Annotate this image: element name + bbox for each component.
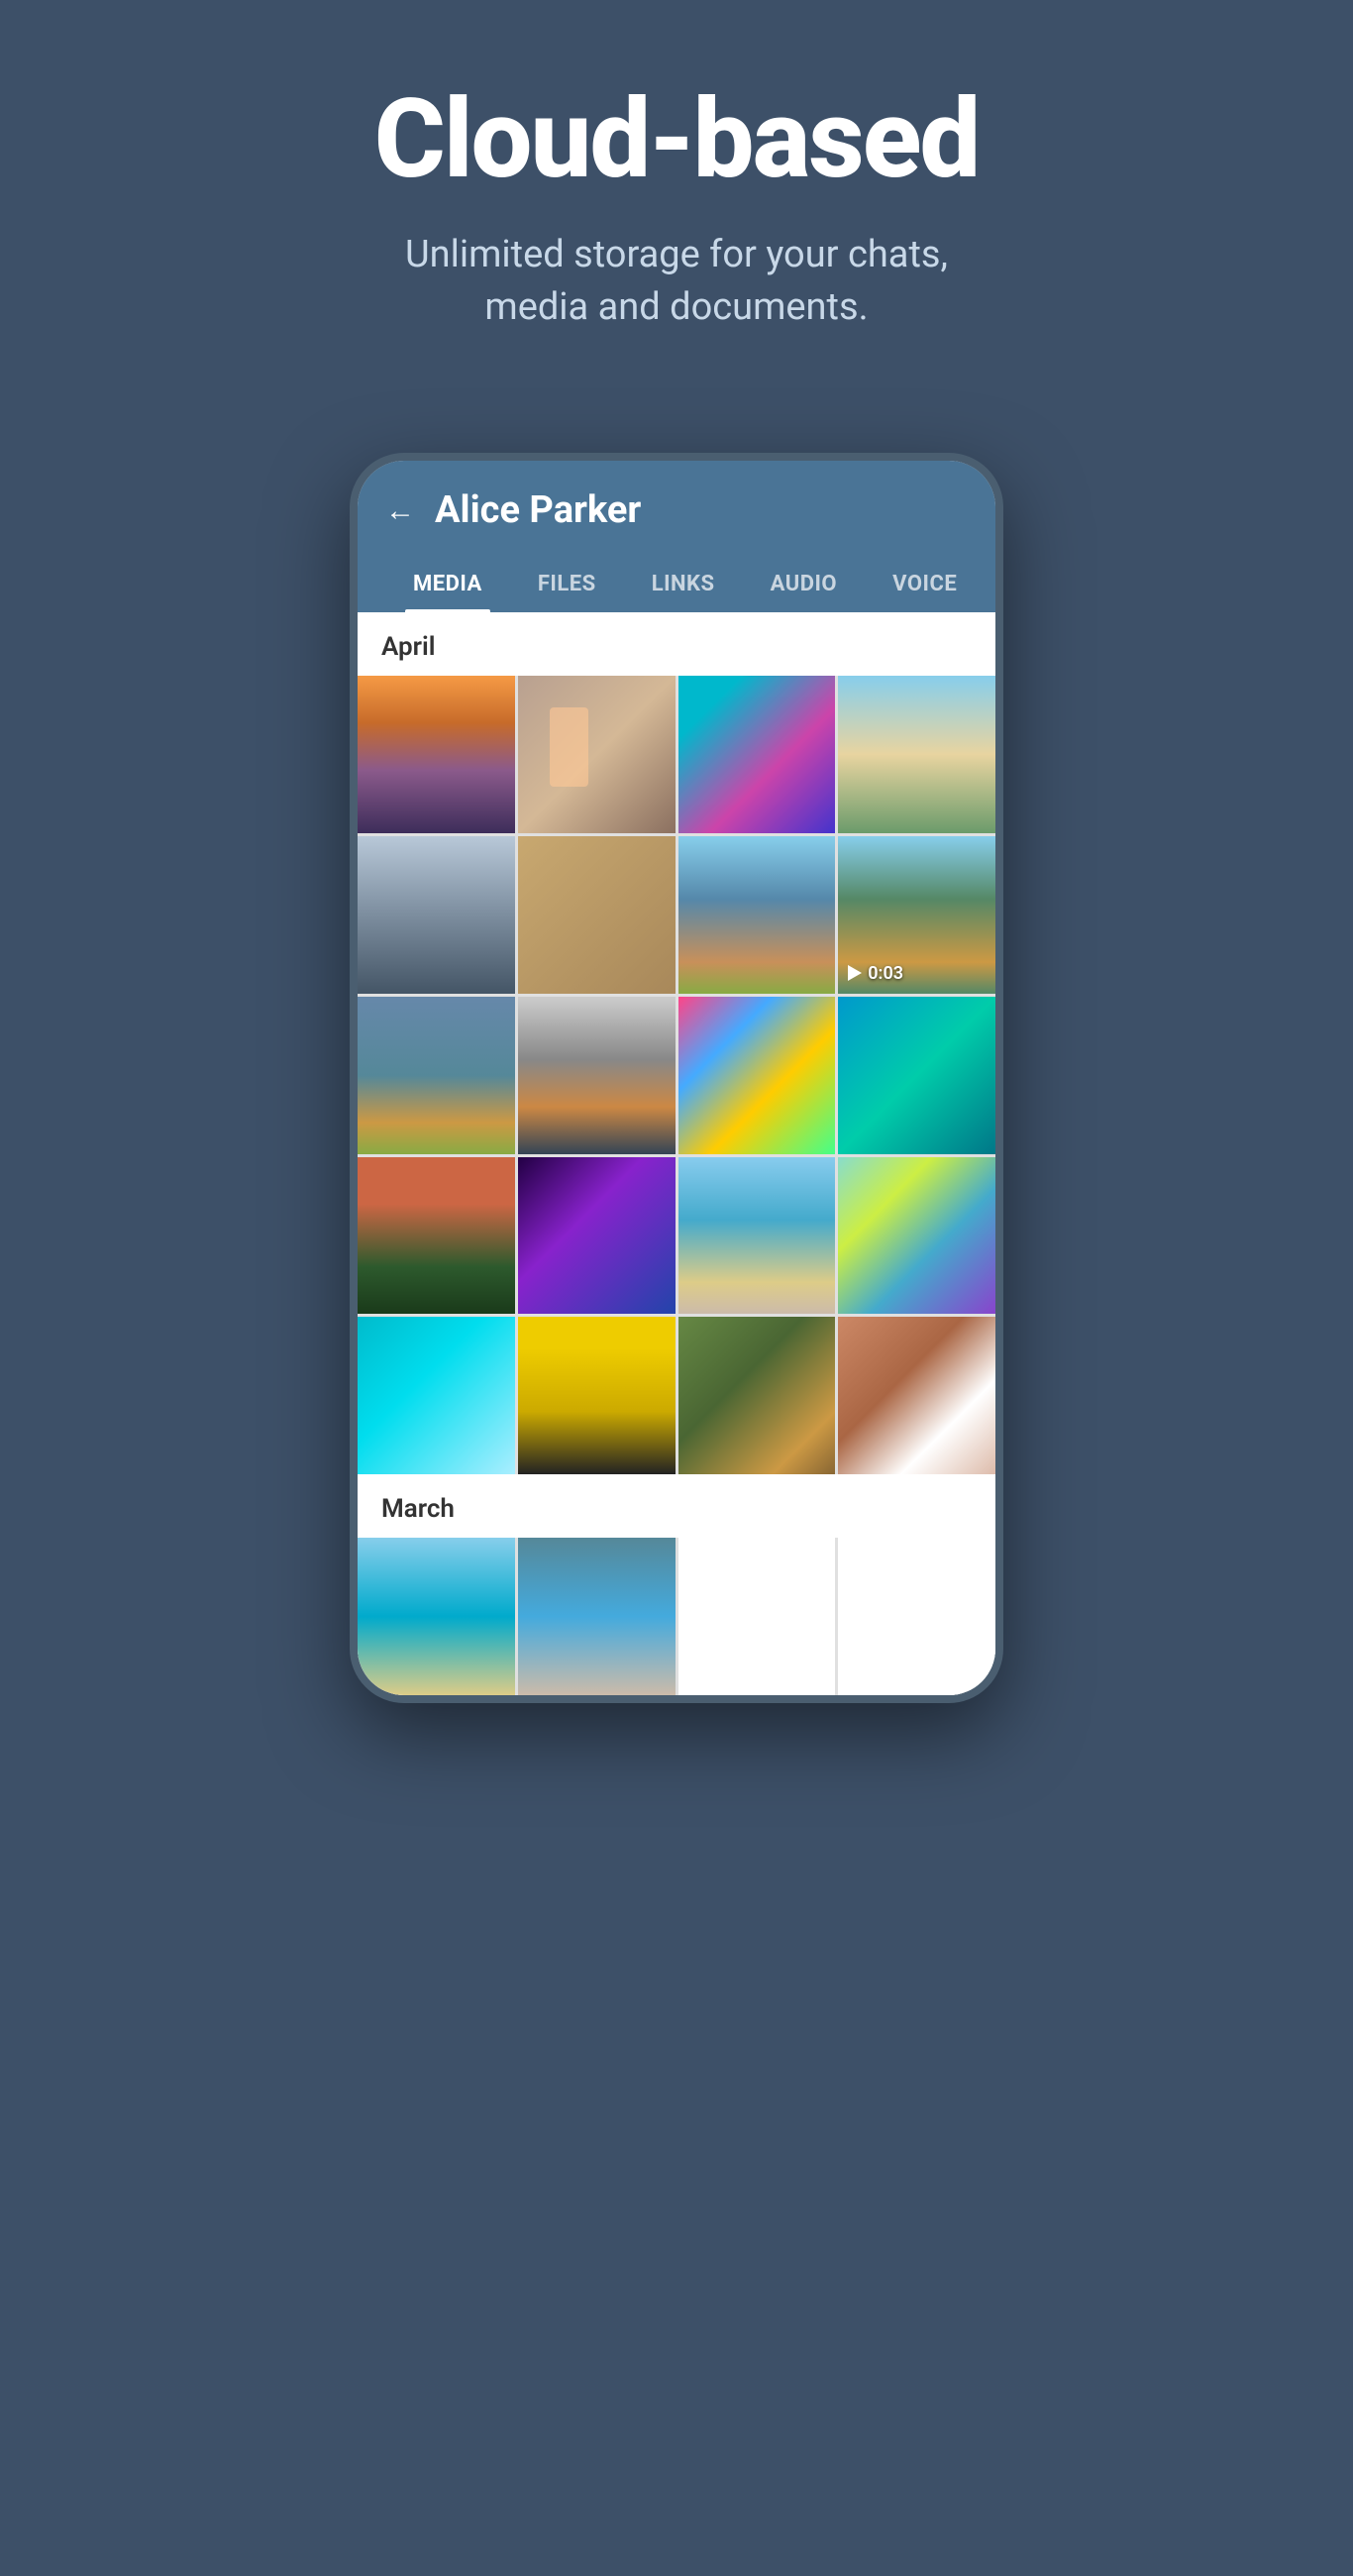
hero-section: Cloud-based Unlimited storage for your c… (0, 0, 1353, 393)
media-item[interactable] (838, 1317, 995, 1474)
media-item[interactable] (518, 676, 676, 833)
media-item[interactable] (358, 836, 515, 994)
media-item[interactable] (838, 997, 995, 1154)
media-item[interactable] (518, 997, 676, 1154)
media-grid-april: 0:03 (358, 676, 995, 1474)
video-duration: 0:03 (868, 963, 903, 984)
media-item[interactable] (518, 1538, 676, 1695)
back-button[interactable]: ← (385, 493, 415, 528)
video-duration-overlay: 0:03 (848, 963, 903, 984)
march-month-label: March (358, 1474, 995, 1538)
media-item[interactable] (518, 836, 676, 994)
phone-frame: ← Alice Parker MEDIA FILES LINKS AUDIO V… (350, 453, 1003, 1703)
media-item[interactable] (678, 1317, 836, 1474)
media-grid-march (358, 1538, 995, 1695)
media-item-empty (838, 1538, 995, 1695)
play-icon (848, 965, 862, 981)
media-item-video[interactable]: 0:03 (838, 836, 995, 994)
media-item[interactable] (678, 836, 836, 994)
april-month-label: April (358, 612, 995, 676)
media-item[interactable] (838, 1157, 995, 1315)
media-item[interactable] (358, 1157, 515, 1315)
tab-links[interactable]: LINKS (624, 556, 743, 612)
media-item[interactable] (358, 1317, 515, 1474)
phone-wrapper: ← Alice Parker MEDIA FILES LINKS AUDIO V… (0, 453, 1353, 1703)
tab-media[interactable]: MEDIA (385, 556, 510, 612)
header-top: ← Alice Parker (385, 488, 968, 556)
media-item[interactable] (358, 997, 515, 1154)
phone-screen: ← Alice Parker MEDIA FILES LINKS AUDIO V… (358, 461, 995, 1695)
media-item[interactable] (678, 676, 836, 833)
app-header: ← Alice Parker MEDIA FILES LINKS AUDIO V… (358, 461, 995, 612)
media-item[interactable] (678, 1157, 836, 1315)
tab-voice[interactable]: VOICE (865, 556, 985, 612)
content-area: April (358, 612, 995, 1695)
media-item[interactable] (678, 997, 836, 1154)
hero-title: Cloud-based (374, 79, 980, 199)
tabs-row: MEDIA FILES LINKS AUDIO VOICE (385, 556, 968, 612)
media-item[interactable] (518, 1157, 676, 1315)
media-item[interactable] (838, 676, 995, 833)
hero-subtitle: Unlimited storage for your chats, media … (369, 229, 984, 334)
media-item[interactable] (358, 676, 515, 833)
tab-audio[interactable]: AUDIO (743, 556, 866, 612)
tab-files[interactable]: FILES (510, 556, 624, 612)
media-item-empty (678, 1538, 836, 1695)
media-item[interactable] (518, 1317, 676, 1474)
contact-name: Alice Parker (435, 488, 641, 532)
media-item[interactable] (358, 1538, 515, 1695)
